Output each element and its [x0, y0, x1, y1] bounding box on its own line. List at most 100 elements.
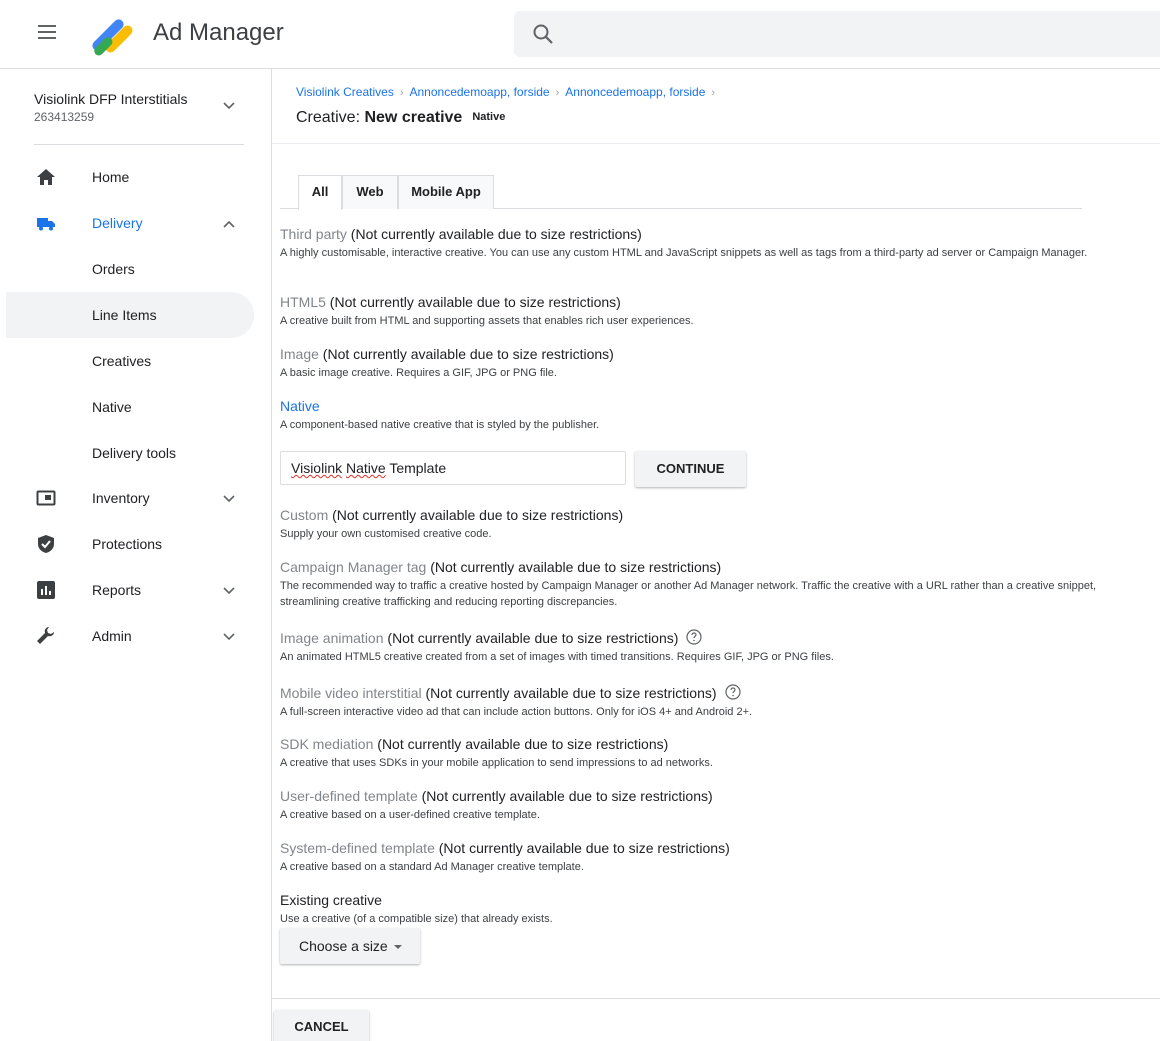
option-status: (Not currently available due to size res…	[325, 294, 621, 310]
option-status: (Not currently available due to size res…	[417, 788, 713, 804]
option-name: Custom	[280, 507, 329, 523]
search-icon[interactable]	[532, 23, 554, 45]
sidebar-item-label: Home	[92, 169, 130, 185]
option-desc: A creative that uses SDKs in your mobile…	[280, 757, 713, 769]
sidebar-divider	[34, 144, 244, 145]
sidebar-item-label: Orders	[92, 261, 135, 277]
sidebar-item-line-items[interactable]: Line Items	[6, 292, 254, 338]
template-word-rest: Template	[385, 460, 447, 476]
option-sdk-mediation: SDK mediation (Not currently available d…	[280, 736, 1140, 771]
breadcrumb: Visiolink Creatives › Annoncedemoapp, fors…	[296, 85, 721, 99]
sidebar-item-label: Inventory	[92, 490, 150, 506]
chevron-right-icon: ›	[711, 87, 716, 99]
sidebar-item-native[interactable]: Native	[0, 384, 254, 430]
option-mobile-video-interstitial: Mobile video interstitial (Not currently…	[280, 684, 1140, 720]
option-custom: Custom (Not currently available due to s…	[280, 507, 1140, 542]
sidebar-item-label: Creatives	[92, 353, 152, 369]
breadcrumb-link[interactable]: Annoncedemoapp, forside	[410, 85, 550, 99]
chevron-right-icon: ›	[399, 87, 404, 99]
help-circle-icon[interactable]	[724, 684, 741, 700]
option-campaign-manager-tag: Campaign Manager tag (Not currently avai…	[280, 559, 1140, 610]
sidebar-item-delivery-tools[interactable]: Delivery tools	[0, 430, 254, 476]
option-system-defined-template: System-defined template (Not currently a…	[280, 840, 1140, 875]
sidebar-item-label: Reports	[92, 582, 142, 598]
caret-down-icon	[393, 945, 402, 949]
option-status: (Not currently available due to size res…	[421, 685, 717, 701]
option-name: Image	[280, 346, 319, 362]
native-template-input[interactable]: Visiolink Native Template	[280, 451, 626, 485]
option-name: Campaign Manager tag	[280, 559, 427, 575]
help-circle-icon[interactable]	[686, 629, 703, 645]
page-type-badge: Native	[472, 111, 506, 123]
tab-all[interactable]: All	[298, 175, 342, 210]
option-status: (Not currently available due to size res…	[426, 559, 722, 575]
hamburger-icon[interactable]	[38, 25, 56, 39]
sidebar-item-protections[interactable]: Protections	[0, 521, 254, 567]
network-name: Visiolink DFP Interstitials	[34, 91, 188, 107]
breadcrumb-link[interactable]: Annoncedemoapp, forside	[565, 85, 705, 99]
page-title-prefix: Creative:	[296, 109, 365, 126]
sidebar: Visiolink DFP Interstitials 263413259 Ho…	[0, 68, 272, 1041]
option-desc: A highly customisable, interactive creat…	[280, 247, 1088, 259]
option-name: User-defined template	[280, 788, 418, 804]
option-name[interactable]: Native	[280, 398, 320, 414]
option-desc: Use a creative (of a compatible size) th…	[280, 913, 553, 925]
option-desc: The recommended way to traffic a creativ…	[280, 580, 1097, 608]
page-header: Visiolink Creatives › Annoncedemoapp, fors…	[272, 68, 1160, 144]
sidebar-item-inventory[interactable]: Inventory	[0, 475, 254, 521]
sidebar-item-label: Native	[92, 399, 132, 415]
continue-button[interactable]: CONTINUE	[635, 451, 746, 487]
option-desc: A basic image creative. Requires a GIF, …	[280, 367, 557, 379]
chevron-down-icon[interactable]	[222, 586, 236, 596]
sidebar-item-orders[interactable]: Orders	[0, 246, 254, 292]
template-word-1: Visiolink	[291, 460, 343, 476]
truck-icon	[37, 218, 55, 231]
choose-size-dropdown[interactable]: Choose a size	[280, 928, 420, 964]
tab-mobile-app[interactable]: Mobile App	[398, 175, 494, 209]
sidebar-item-home[interactable]: Home	[0, 154, 254, 200]
option-status: (Not currently available due to size res…	[328, 507, 624, 523]
sidebar-item-admin[interactable]: Admin	[0, 613, 254, 659]
option-name: HTML5	[280, 294, 326, 310]
page-title: Creative: New creative Native	[296, 109, 505, 127]
option-third-party: Third party (Not currently available due…	[280, 226, 1140, 261]
network-selector[interactable]: Visiolink DFP Interstitials 263413259	[34, 91, 188, 124]
sidebar-item-creatives[interactable]: Creatives	[0, 338, 254, 384]
choose-size-label: Choose a size	[299, 938, 388, 954]
chevron-up-icon[interactable]	[222, 219, 236, 229]
footer-divider	[272, 998, 1160, 999]
home-icon	[37, 169, 55, 185]
ad-manager-logo-icon	[92, 19, 133, 56]
app-title: Ad Manager	[153, 19, 284, 46]
chevron-down-icon[interactable]	[222, 494, 236, 504]
sidebar-item-delivery[interactable]: Delivery	[0, 200, 254, 246]
shield-icon	[38, 535, 54, 553]
option-desc: Supply your own customised creative code…	[280, 528, 492, 540]
search-bar[interactable]	[514, 11, 1160, 57]
sidebar-item-reports[interactable]: Reports	[0, 567, 254, 613]
chevron-down-icon[interactable]	[222, 101, 236, 111]
network-id: 263413259	[34, 110, 95, 124]
option-existing-creative: Existing creative Use a creative (of a c…	[280, 892, 1140, 927]
top-bar: Ad Manager	[0, 0, 1160, 68]
option-name: Third party	[280, 226, 347, 242]
option-status: (Not currently available due to size res…	[318, 346, 614, 362]
wrench-icon	[37, 627, 54, 644]
sidebar-item-label: Delivery tools	[92, 445, 177, 461]
option-html5: HTML5 (Not currently available due to si…	[280, 294, 1140, 329]
option-status: (Not currently available due to size res…	[346, 226, 642, 242]
option-user-defined-template: User-defined template (Not currently ava…	[280, 788, 1140, 823]
option-native[interactable]: Native A component-based native creative…	[280, 398, 1140, 433]
option-status: (Not currently available due to size res…	[434, 840, 730, 856]
chevron-down-icon[interactable]	[222, 632, 236, 642]
option-desc: A full-screen interactive video ad that …	[280, 706, 753, 718]
cancel-button[interactable]: CANCEL	[274, 1010, 369, 1041]
option-image: Image (Not currently available due to si…	[280, 346, 1140, 381]
sidebar-item-label: Protections	[92, 536, 163, 552]
option-desc: A creative built from HTML and supportin…	[280, 315, 694, 327]
option-name: Image animation	[280, 630, 384, 646]
sidebar-item-label: Line Items	[92, 307, 157, 323]
tab-web[interactable]: Web	[342, 175, 398, 209]
breadcrumb-link[interactable]: Visiolink Creatives	[296, 85, 394, 99]
option-status: (Not currently available due to size res…	[373, 736, 669, 752]
